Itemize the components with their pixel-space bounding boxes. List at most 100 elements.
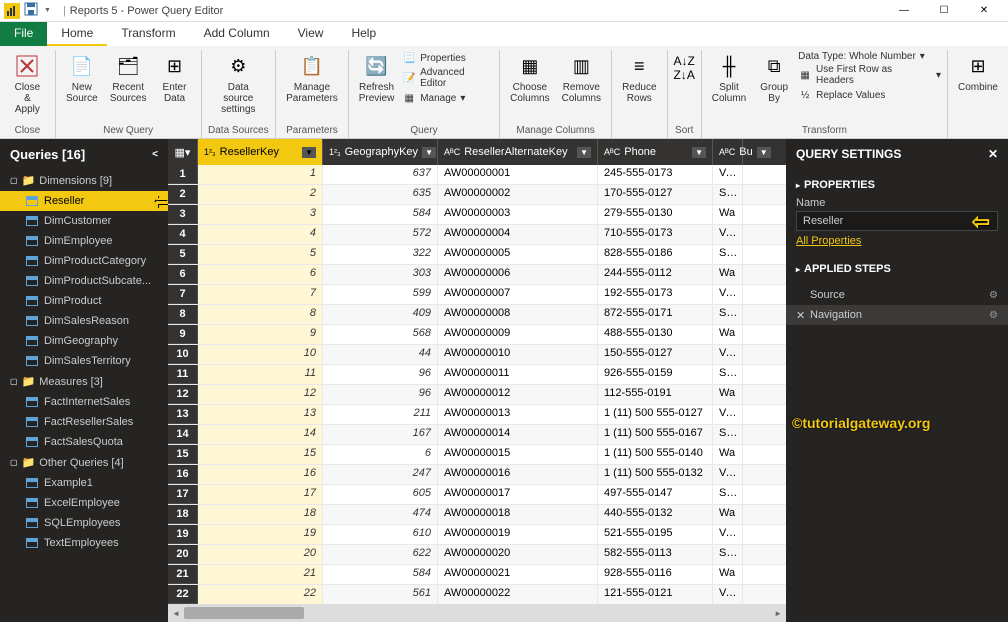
cell[interactable]: 167	[323, 425, 438, 444]
cell[interactable]: 926-555-0159	[598, 365, 713, 384]
cell[interactable]: AW00000001	[438, 165, 598, 184]
column-header[interactable]: AᴮCBu▼	[713, 139, 743, 165]
column-header[interactable]: 1²₃GeographyKey▼	[323, 139, 438, 165]
cell[interactable]: 584	[323, 205, 438, 224]
horizontal-scrollbar[interactable]	[168, 604, 786, 622]
cell[interactable]: 6	[323, 445, 438, 464]
table-row[interactable]: 55322AW00000005828-555-0186Spe	[168, 245, 786, 265]
cell[interactable]: 170-555-0127	[598, 185, 713, 204]
query-item[interactable]: FactResellerSales	[0, 412, 168, 432]
data-source-settings-button[interactable]: ⚙Data source settings	[208, 50, 270, 117]
cell[interactable]: 9	[198, 325, 323, 344]
column-dropdown-icon[interactable]: ▼	[422, 147, 436, 158]
cell[interactable]: Wa	[713, 265, 743, 284]
query-item[interactable]: DimCustomer	[0, 211, 168, 231]
cell[interactable]: 244-555-0112	[598, 265, 713, 284]
cell[interactable]: AW00000020	[438, 545, 598, 564]
manage-parameters-button[interactable]: 📋Manage Parameters	[282, 50, 342, 106]
cell[interactable]: 192-555-0173	[598, 285, 713, 304]
tab-view[interactable]: View	[284, 22, 338, 46]
cell[interactable]: AW00000007	[438, 285, 598, 304]
cell[interactable]: Spe	[713, 365, 743, 384]
cell[interactable]: AW00000011	[438, 365, 598, 384]
tab-file[interactable]: File	[0, 22, 47, 46]
cell[interactable]: Spe	[713, 185, 743, 204]
cell[interactable]: 1	[198, 165, 323, 184]
cell[interactable]: 16	[198, 465, 323, 484]
column-dropdown-icon[interactable]: ▼	[577, 147, 591, 158]
cell[interactable]: 20	[198, 545, 323, 564]
query-item[interactable]: Example1	[0, 473, 168, 493]
cell[interactable]: AW00000008	[438, 305, 598, 324]
query-item[interactable]: DimSalesTerritory	[0, 351, 168, 371]
table-row[interactable]: 1313211AW000000131 (11) 500 555-0127Valu	[168, 405, 786, 425]
cell[interactable]: Valu	[713, 225, 743, 244]
row-number[interactable]: 11	[168, 365, 198, 384]
row-number[interactable]: 17	[168, 485, 198, 504]
query-item[interactable]: DimEmployee	[0, 231, 168, 251]
cell[interactable]: 622	[323, 545, 438, 564]
sort-asc-button[interactable]: A↓Z	[674, 54, 695, 68]
row-number[interactable]: 16	[168, 465, 198, 484]
refresh-preview-button[interactable]: 🔄Refresh Preview	[355, 50, 398, 106]
cell[interactable]: Spe	[713, 425, 743, 444]
cell[interactable]: 1 (11) 500 555-0132	[598, 465, 713, 484]
cell[interactable]: 872-555-0171	[598, 305, 713, 324]
maximize-button[interactable]: ☐	[924, 0, 964, 22]
steps-chevron-icon[interactable]: ▸	[796, 265, 800, 274]
cell[interactable]: 1 (11) 500 555-0167	[598, 425, 713, 444]
cell[interactable]: Spe	[713, 305, 743, 324]
table-row[interactable]: 99568AW00000009488-555-0130Wa	[168, 325, 786, 345]
table-row[interactable]: 22635AW00000002170-555-0127Spe	[168, 185, 786, 205]
all-properties-link[interactable]: All Properties	[796, 231, 861, 251]
cell[interactable]: 150-555-0127	[598, 345, 713, 364]
cell[interactable]: Wa	[713, 445, 743, 464]
sort-desc-button[interactable]: Z↓A	[674, 68, 695, 82]
recent-sources-button[interactable]: 🗂Recent Sources	[106, 50, 151, 106]
cell[interactable]: Valu	[713, 585, 743, 604]
table-row[interactable]: 111196AW00000011926-555-0159Spe	[168, 365, 786, 385]
row-number[interactable]: 19	[168, 525, 198, 544]
cell[interactable]: 12	[198, 385, 323, 404]
table-row[interactable]: 1414167AW000000141 (11) 500 555-0167Spe	[168, 425, 786, 445]
reduce-rows-button[interactable]: ≡Reduce Rows	[618, 50, 660, 106]
cell[interactable]: 521-555-0195	[598, 525, 713, 544]
tab-transform[interactable]: Transform	[107, 22, 189, 46]
cell[interactable]: 96	[323, 385, 438, 404]
cell[interactable]: AW00000019	[438, 525, 598, 544]
cell[interactable]: Wa	[713, 565, 743, 584]
row-number[interactable]: 22	[168, 585, 198, 604]
queries-collapse-icon[interactable]: <	[152, 149, 158, 160]
cell[interactable]: AW00000012	[438, 385, 598, 404]
tab-add-column[interactable]: Add Column	[190, 22, 284, 46]
cell[interactable]: Valu	[713, 525, 743, 544]
cell[interactable]: 121-555-0121	[598, 585, 713, 604]
cell[interactable]: 6	[198, 265, 323, 284]
cell[interactable]: Spe	[713, 545, 743, 564]
row-number[interactable]: 20	[168, 545, 198, 564]
row-number[interactable]: 18	[168, 505, 198, 524]
manage-button[interactable]: ▦Manage ▾	[402, 90, 493, 106]
table-row[interactable]: 1616247AW000000161 (11) 500 555-0132Valu	[168, 465, 786, 485]
cell[interactable]: 279-555-0130	[598, 205, 713, 224]
delete-step-icon[interactable]: ✕	[796, 309, 805, 322]
properties-button[interactable]: 📃Properties	[402, 50, 493, 66]
row-number[interactable]: 9	[168, 325, 198, 344]
query-item[interactable]: FactInternetSales	[0, 392, 168, 412]
query-group[interactable]: ▢📁Other Queries [4]	[0, 452, 168, 473]
row-number[interactable]: 4	[168, 225, 198, 244]
cell[interactable]: 7	[198, 285, 323, 304]
cell[interactable]: 18	[198, 505, 323, 524]
row-number[interactable]: 14	[168, 425, 198, 444]
cell[interactable]: AW00000021	[438, 565, 598, 584]
cell[interactable]: AW00000018	[438, 505, 598, 524]
cell[interactable]: Wa	[713, 205, 743, 224]
query-item[interactable]: TextEmployees	[0, 533, 168, 553]
query-item[interactable]: DimProduct	[0, 291, 168, 311]
cell[interactable]: 211	[323, 405, 438, 424]
cell[interactable]: 10	[198, 345, 323, 364]
cell[interactable]: AW00000017	[438, 485, 598, 504]
table-row[interactable]: 15156AW000000151 (11) 500 555-0140Wa	[168, 445, 786, 465]
table-row[interactable]: 1919610AW00000019521-555-0195Valu	[168, 525, 786, 545]
cell[interactable]: 21	[198, 565, 323, 584]
